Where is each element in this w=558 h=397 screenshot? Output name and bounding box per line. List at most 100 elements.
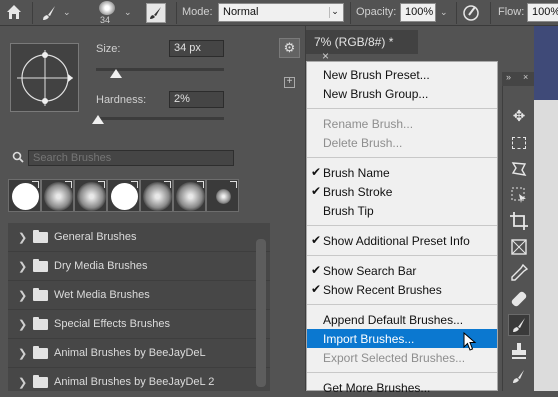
chevron-down-icon[interactable]: ⌄: [124, 7, 132, 18]
opacity-field[interactable]: 100%: [400, 3, 436, 22]
menu-item-label: Get More Brushes...: [323, 381, 431, 395]
flow-label: Flow:: [498, 6, 525, 18]
recent-brush-tip[interactable]: [173, 179, 206, 212]
document-tab-title: 7% (RGB/8#) *: [314, 35, 394, 49]
flow-field[interactable]: 100%: [527, 3, 558, 22]
mouse-cursor-icon: [463, 331, 477, 352]
brush-angle-roundness-widget[interactable]: [10, 43, 79, 112]
crop-tool-icon[interactable]: [508, 210, 530, 232]
mode-label: Mode:: [182, 6, 213, 18]
menu-item-delete-brush[interactable]: Delete Brush...: [307, 133, 497, 152]
chevron-right-icon[interactable]: ❯: [18, 318, 27, 331]
marquee-tool-icon[interactable]: [508, 132, 530, 154]
chevron-down-icon[interactable]: ⌄: [440, 7, 448, 18]
menu-item-show-search-bar[interactable]: ✔ Show Search Bar: [307, 261, 497, 280]
recent-brush-tip[interactable]: [107, 179, 140, 212]
recent-brush-tip[interactable]: [140, 179, 173, 212]
menu-item-show-recent-brushes[interactable]: ✔ Show Recent Brushes: [307, 280, 497, 299]
panel-close-icon[interactable]: ×: [523, 72, 528, 82]
new-preset-icon[interactable]: +: [284, 77, 295, 88]
brush-groups-list: ❯ General Brushes ❯ Dry Media Brushes ❯ …: [8, 223, 270, 391]
recent-brush-tip[interactable]: [41, 179, 74, 212]
brush-list-scrollbar[interactable]: [256, 239, 266, 387]
recent-brush-tip[interactable]: [206, 179, 239, 212]
brush-tool-preset-icon[interactable]: [40, 4, 58, 22]
brush-group-item[interactable]: ❯ Wet Media Brushes: [8, 281, 270, 310]
brush-size-preview[interactable]: 34: [94, 0, 120, 26]
menu-item-brush-tip[interactable]: Brush Tip: [307, 201, 497, 220]
frame-tool-icon[interactable]: [508, 236, 530, 258]
menu-item-new-brush-group[interactable]: New Brush Group...: [307, 84, 497, 103]
lasso-tool-icon[interactable]: [508, 158, 530, 180]
menu-separator: [307, 304, 497, 305]
menu-item-rename-brush[interactable]: Rename Brush...: [307, 114, 497, 133]
menu-item-append-default-brushes[interactable]: Append Default Brushes...: [307, 310, 497, 329]
brush-group-item[interactable]: ❯ Dry Media Brushes: [8, 252, 270, 281]
size-slider-thumb[interactable]: [110, 69, 122, 78]
brush-settings-toggle-icon[interactable]: [146, 3, 166, 23]
marquee-rect: [512, 137, 526, 149]
object-selection-tool-icon[interactable]: [508, 184, 530, 206]
folder-icon: [33, 288, 48, 301]
menu-item-label: Import Brushes...: [323, 332, 415, 346]
menu-item-label: Brush Tip: [323, 204, 374, 218]
brush-group-item[interactable]: ❯ Animal Brushes by BeeJayDeL 2: [8, 368, 270, 391]
brush-size-value: 34: [100, 15, 111, 25]
checkmark-icon: ✔: [311, 282, 322, 296]
flow-value: 100%: [532, 6, 558, 18]
menu-item-label: Show Recent Brushes: [323, 283, 442, 297]
mode-dropdown[interactable]: Normal ⌄: [218, 3, 344, 22]
chevron-down-icon: ⌄: [329, 7, 340, 18]
healing-brush-tool-icon[interactable]: [508, 288, 530, 310]
brush-tool-icon[interactable]: [508, 314, 530, 336]
chevron-down-icon[interactable]: ⌄: [63, 7, 71, 18]
menu-separator: [307, 108, 497, 109]
panel-menu-gear-button[interactable]: ⚙: [279, 38, 300, 58]
folder-icon: [33, 230, 48, 243]
options-bar: ⌄ 34 ⌄ Mode: Normal ⌄ Opacity: 100% ⌄ Fl…: [0, 0, 558, 26]
brush-group-item[interactable]: ❯ Animal Brushes by BeeJayDeL: [8, 339, 270, 368]
chevron-right-icon[interactable]: ❯: [18, 260, 27, 273]
menu-item-get-more-brushes[interactable]: Get More Brushes...: [307, 378, 497, 397]
search-brushes-input[interactable]: [28, 150, 234, 166]
recent-brush-tip[interactable]: [74, 179, 107, 212]
menu-item-brush-stroke[interactable]: ✔ Brush Stroke: [307, 182, 497, 201]
brush-group-name: Animal Brushes by BeeJayDeL: [54, 347, 206, 359]
history-brush-tool-icon[interactable]: [508, 366, 530, 388]
tools-panel-header[interactable]: » ×: [502, 72, 534, 86]
chevron-right-icon[interactable]: ❯: [18, 231, 27, 244]
folder-icon: [33, 346, 48, 359]
tools-panel: ✥: [502, 72, 534, 391]
recent-brush-tip[interactable]: [8, 179, 41, 212]
menu-separator: [307, 225, 497, 226]
canvas-document: [534, 100, 558, 391]
clone-stamp-tool-icon[interactable]: [508, 340, 530, 362]
hardness-slider-track[interactable]: [96, 117, 224, 120]
move-tool-icon[interactable]: ✥: [508, 106, 530, 128]
size-field[interactable]: 34 px: [169, 40, 224, 57]
search-icon: [12, 151, 24, 163]
hardness-slider-thumb[interactable]: [92, 115, 104, 124]
brush-group-name: General Brushes: [54, 231, 137, 243]
menu-item-show-additional-preset-info[interactable]: ✔ Show Additional Preset Info: [307, 231, 497, 250]
menu-item-label: Brush Stroke: [323, 185, 393, 199]
chevron-right-icon[interactable]: ❯: [18, 347, 27, 360]
chevron-right-icon[interactable]: ❯: [18, 376, 27, 389]
menu-item-brush-name[interactable]: ✔ Brush Name: [307, 163, 497, 182]
collapse-icon[interactable]: »: [506, 72, 511, 82]
menu-item-label: Delete Brush...: [323, 136, 403, 150]
gear-icon: ⚙: [283, 40, 296, 55]
home-icon[interactable]: [6, 4, 22, 20]
folder-icon: [33, 259, 48, 272]
brush-preset-panel: Size: 34 px Hardness: 2% ⚙ + ❯ General B…: [0, 26, 306, 391]
document-tab[interactable]: 7% (RGB/8#) * ×: [306, 30, 418, 63]
brush-group-name: Dry Media Brushes: [54, 260, 148, 272]
hardness-field[interactable]: 2%: [169, 91, 224, 108]
recent-brushes-row: [8, 179, 240, 214]
chevron-right-icon[interactable]: ❯: [18, 289, 27, 302]
brush-group-item[interactable]: ❯ General Brushes: [8, 223, 270, 252]
eyedropper-tool-icon[interactable]: [508, 262, 530, 284]
menu-item-new-brush-preset[interactable]: New Brush Preset...: [307, 65, 497, 84]
brush-group-item[interactable]: ❯ Special Effects Brushes: [8, 310, 270, 339]
pressure-opacity-icon[interactable]: [462, 4, 480, 22]
